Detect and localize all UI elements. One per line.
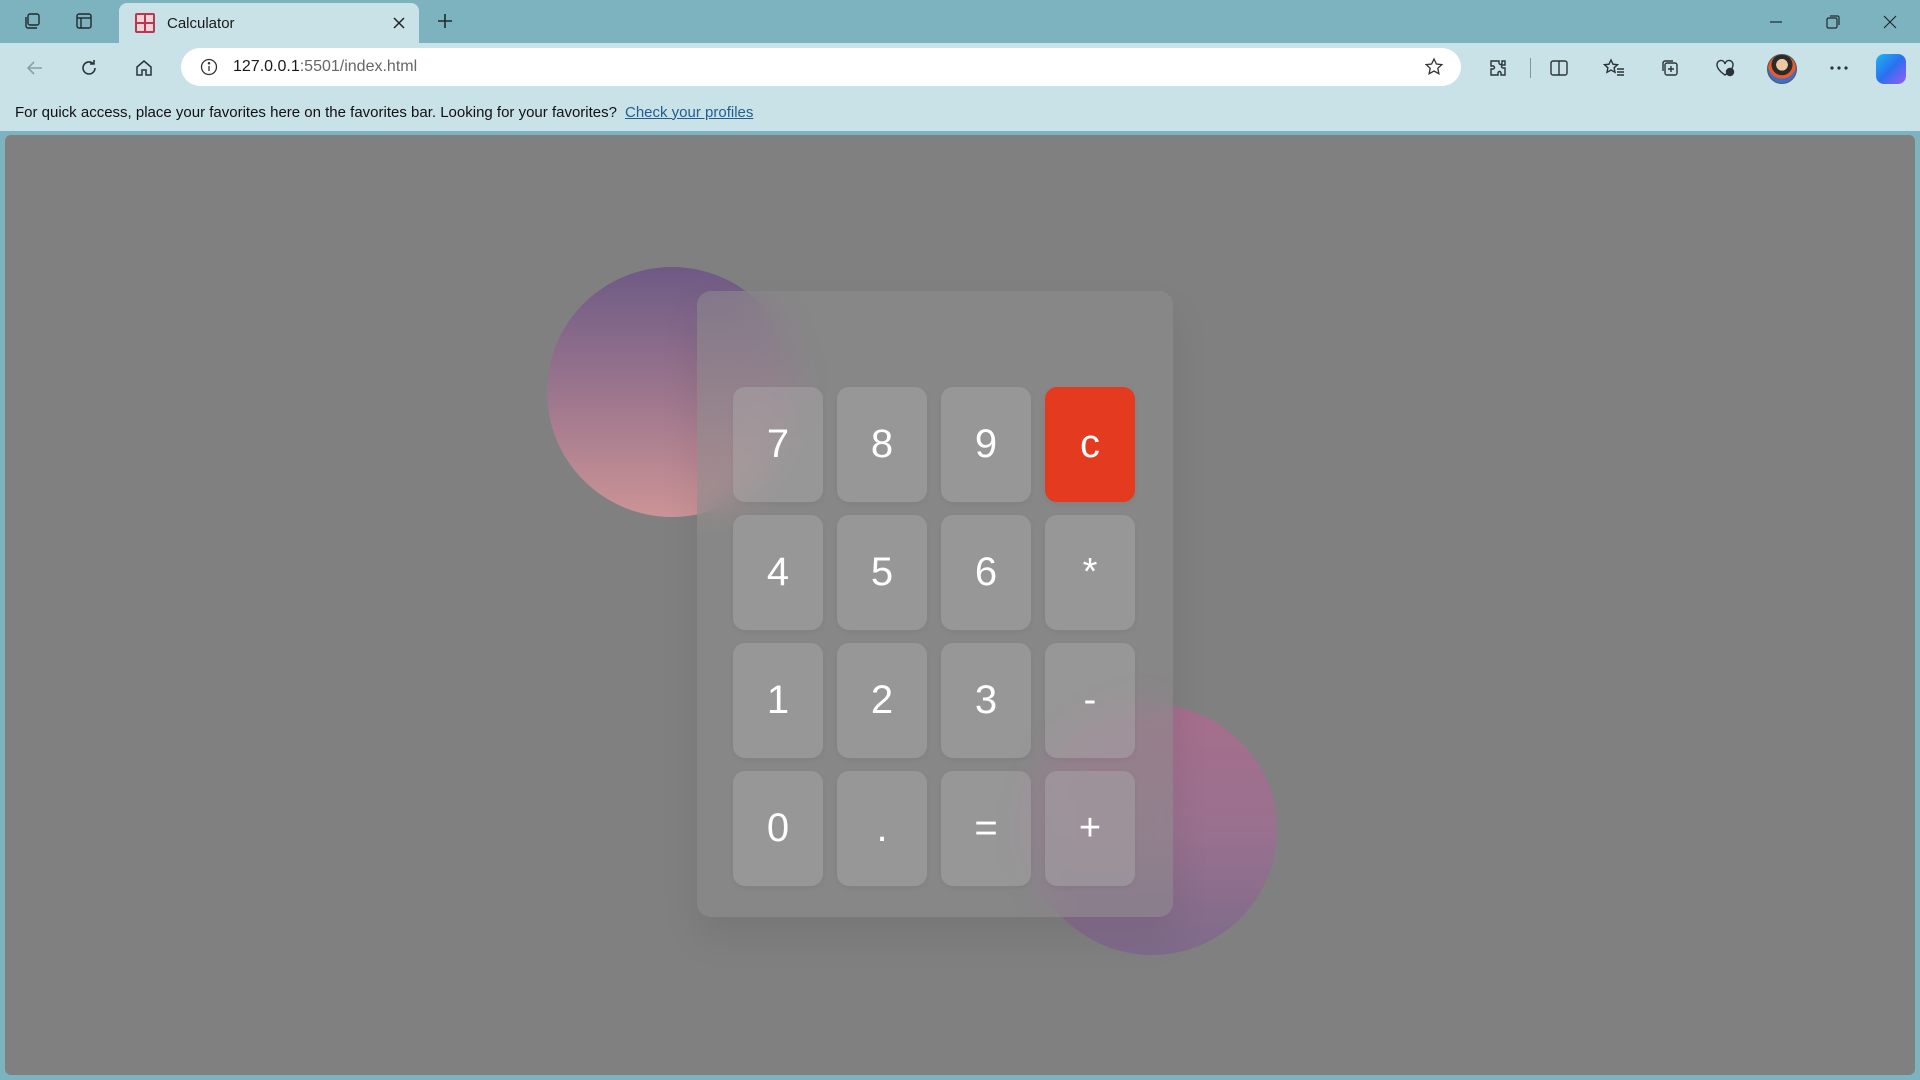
close-tab-icon[interactable] xyxy=(385,9,413,37)
site-info-icon[interactable] xyxy=(191,58,227,76)
key-digit-9-button[interactable]: 9 xyxy=(941,387,1031,502)
tab-strip: Calculator xyxy=(0,0,1920,43)
favorites-icon[interactable] xyxy=(1596,52,1632,84)
address-bar[interactable]: 127.0.0.1:5501/index.html xyxy=(181,48,1461,86)
calculator-panel: 7 8 9 c 4 5 6 * 1 2 3- 0. = + xyxy=(697,291,1173,917)
tab-calculator[interactable]: Calculator xyxy=(119,3,419,43)
new-tab-icon[interactable] xyxy=(427,6,463,36)
browser-toolbar: 127.0.0.1:5501/index.html xyxy=(0,43,1920,93)
key-digit-5-button[interactable]: 5 xyxy=(837,515,927,630)
favorites-bar-message: For quick access, place your favorites h… xyxy=(15,103,617,121)
toolbar-separator xyxy=(1530,58,1531,78)
key-decimal-button[interactable]: . xyxy=(837,771,927,886)
refresh-icon[interactable] xyxy=(71,52,107,84)
calculator-favicon-icon xyxy=(135,13,155,33)
home-icon[interactable] xyxy=(126,52,162,84)
vertical-tabs-icon[interactable] xyxy=(64,6,104,36)
more-options-icon[interactable] xyxy=(1821,52,1857,84)
key-clear-button[interactable]: c xyxy=(1045,387,1135,502)
add-favorite-star-icon[interactable] xyxy=(1421,54,1447,80)
close-window-icon[interactable] xyxy=(1862,0,1918,43)
url-path: :5501/index.html xyxy=(299,58,418,75)
restore-icon[interactable] xyxy=(1805,0,1861,43)
page-viewport: 7 8 9 c 4 5 6 * 1 2 3- 0. = + xyxy=(5,135,1915,1075)
key-add-button[interactable]: + xyxy=(1045,771,1135,886)
key-digit-1-button[interactable]: 1 xyxy=(733,643,823,758)
profile-avatar[interactable] xyxy=(1767,54,1797,84)
key-multiply-button[interactable]: * xyxy=(1045,515,1135,630)
url-host: 127.0.0.1 xyxy=(233,58,300,75)
key-digit-6-button[interactable]: 6 xyxy=(941,515,1031,630)
browser-essentials-icon[interactable] xyxy=(1707,52,1743,84)
key-digit-0-button[interactable]: 0 xyxy=(733,771,823,886)
minimize-icon[interactable] xyxy=(1748,0,1804,43)
key-subtract-button[interactable]: - xyxy=(1045,643,1135,758)
calculator-keypad: 7 8 9 c 4 5 6 * 1 2 3- 0. = + xyxy=(733,387,1135,886)
extensions-icon[interactable] xyxy=(1480,52,1516,84)
workspaces-icon[interactable] xyxy=(12,6,52,36)
split-screen-icon[interactable] xyxy=(1541,52,1577,84)
key-digit-2-button[interactable]: 2 xyxy=(837,643,927,758)
collections-icon[interactable] xyxy=(1652,52,1688,84)
key-digit-4-button[interactable]: 4 xyxy=(733,515,823,630)
favorites-bar: For quick access, place your favorites h… xyxy=(0,93,1920,131)
key-digit-8-button[interactable]: 8 xyxy=(837,387,927,502)
tab-title: Calculator xyxy=(167,14,235,32)
copilot-icon[interactable] xyxy=(1876,54,1906,84)
back-arrow-icon[interactable] xyxy=(17,52,53,84)
key-equals-button[interactable]: = xyxy=(941,771,1031,886)
check-profiles-link[interactable]: Check your profiles xyxy=(625,104,753,121)
key-digit-7-button[interactable]: 7 xyxy=(733,387,823,502)
key-digit-3-button[interactable]: 3 xyxy=(941,643,1031,758)
